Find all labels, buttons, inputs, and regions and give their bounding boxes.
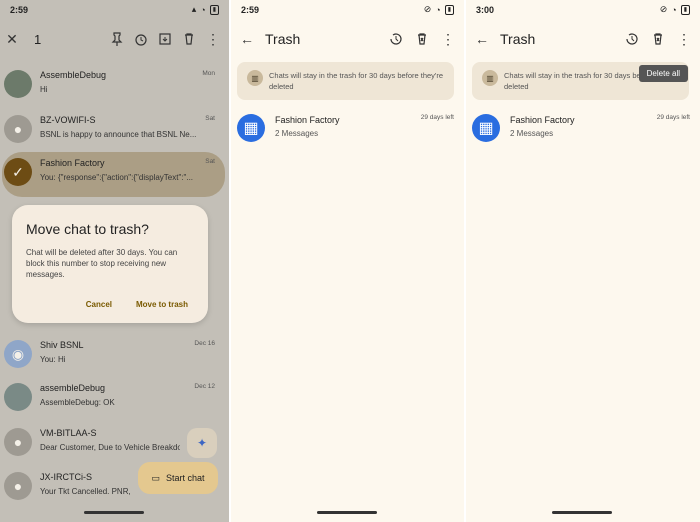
conversation-name: Shiv BSNL bbox=[40, 340, 84, 350]
back-arrow-icon[interactable]: ← bbox=[472, 29, 492, 49]
conversation-snippet: You: {"response":{"action":{"displayText… bbox=[40, 173, 194, 182]
nav-handle[interactable] bbox=[317, 511, 377, 514]
message-count: 2 Messages bbox=[275, 129, 319, 138]
conversation-name: Fashion Factory bbox=[40, 158, 105, 168]
conversation-snippet: You: Hi bbox=[40, 355, 66, 364]
restore-icon[interactable] bbox=[386, 29, 406, 49]
wifi-icon: ◔ bbox=[671, 4, 677, 15]
nav-handle[interactable] bbox=[84, 511, 144, 514]
trashed-conversation[interactable]: ▦ Fashion Factory 2 Messages 29 days lef… bbox=[472, 112, 694, 146]
trash-screen: 2:59 ⊘ ◔ ▮ ← Trash ⋮ ▥ Chats will stay i… bbox=[231, 0, 464, 522]
wifi-icon: ◔ bbox=[435, 4, 441, 15]
dialog-body: Chat will be deleted after 30 days. You … bbox=[26, 248, 178, 279]
status-time: 2:59 bbox=[241, 5, 260, 15]
page-title: Trash bbox=[500, 31, 536, 47]
status-icons: ⊘ ◔ ▮ bbox=[660, 4, 690, 15]
banner-text: Chats will stay in the trash for 30 days… bbox=[269, 71, 444, 91]
trash-icon: ▥ bbox=[482, 70, 498, 86]
more-icon[interactable]: ⋮ bbox=[438, 29, 458, 49]
conversation-name: JX-IRCTCi-S bbox=[40, 472, 92, 482]
delete-forever-icon[interactable] bbox=[412, 29, 432, 49]
chat-icon: ▭ bbox=[151, 472, 160, 483]
back-arrow-icon[interactable]: ← bbox=[237, 29, 257, 49]
selection-count: 1 bbox=[34, 31, 42, 47]
days-left: 29 days left bbox=[420, 114, 454, 121]
battery-icon: ▮ bbox=[209, 4, 219, 15]
status-bar: 2:59 ▴ ◔ ▮ bbox=[0, 0, 229, 20]
list-item[interactable]: ◉ Shiv BSNL You: Hi Dec 16 bbox=[0, 334, 229, 379]
dialog-title: Move chat to trash? bbox=[26, 221, 149, 237]
signal-icon: ▴ bbox=[191, 4, 197, 14]
status-icons: ⊘ ◔ ▮ bbox=[424, 4, 454, 15]
trash-appbar: ← Trash ⋮ bbox=[231, 22, 464, 56]
conversation-snippet: Hi bbox=[40, 85, 48, 94]
selection-appbar: ✕ 1 ⋮ bbox=[0, 22, 229, 56]
conversation-name: BZ-VOWIFI-S bbox=[40, 115, 96, 125]
mute-icon: ⊘ bbox=[659, 4, 668, 14]
archive-icon[interactable] bbox=[155, 29, 175, 49]
conversation-name: Fashion Factory bbox=[510, 115, 575, 125]
start-chat-label: Start chat bbox=[165, 473, 205, 483]
message-count: 2 Messages bbox=[510, 129, 554, 138]
person-icon: ● bbox=[4, 472, 32, 500]
conversation-date: Sat bbox=[205, 158, 215, 165]
snooze-icon[interactable] bbox=[131, 29, 151, 49]
start-chat-button[interactable]: ▭ Start chat bbox=[138, 462, 218, 494]
battery-icon: ▮ bbox=[680, 4, 690, 15]
cancel-button[interactable]: Cancel bbox=[86, 300, 112, 309]
group-avatar bbox=[4, 383, 32, 411]
page-title: Trash bbox=[265, 31, 301, 47]
close-icon[interactable]: ✕ bbox=[2, 29, 22, 49]
mute-icon: ⊘ bbox=[423, 4, 432, 14]
conversation-date: Sat bbox=[205, 115, 215, 122]
conversation-snippet: AssembleDebug: OK bbox=[40, 398, 115, 407]
list-item[interactable]: AssembleDebug Hi Mon bbox=[0, 64, 229, 109]
trash-icon: ▥ bbox=[247, 70, 263, 86]
conversation-name: Fashion Factory bbox=[275, 115, 340, 125]
status-bar: 3:00 ⊘ ◔ ▮ bbox=[466, 0, 700, 20]
wifi-icon: ◔ bbox=[200, 4, 206, 15]
nav-handle[interactable] bbox=[552, 511, 612, 514]
person-icon: ● bbox=[4, 428, 32, 456]
more-icon[interactable]: ⋮ bbox=[674, 29, 694, 49]
more-icon[interactable]: ⋮ bbox=[203, 29, 223, 49]
list-item[interactable]: ● BZ-VOWIFI-S BSNL is happy to announce … bbox=[0, 109, 229, 154]
business-icon: ▦ bbox=[472, 114, 500, 142]
delete-all-menu-item[interactable]: Delete all bbox=[638, 65, 688, 82]
trash-info-banner: ▥ Chats will stay in the trash for 30 da… bbox=[237, 62, 454, 100]
delete-forever-icon[interactable] bbox=[648, 29, 668, 49]
sparkle-icon[interactable]: ✦ bbox=[187, 428, 217, 458]
days-left: 29 days left bbox=[656, 114, 690, 121]
person-icon: ● bbox=[4, 115, 32, 143]
restore-icon[interactable] bbox=[622, 29, 642, 49]
avatar bbox=[4, 70, 32, 98]
business-icon: ▦ bbox=[237, 114, 265, 142]
messages-screen: 2:59 ▴ ◔ ▮ ✕ 1 ⋮ AssembleDebug Hi Mon ● … bbox=[0, 0, 229, 522]
trashed-conversation[interactable]: ▦ Fashion Factory 2 Messages 29 days lef… bbox=[237, 112, 458, 146]
status-time: 3:00 bbox=[476, 5, 495, 15]
delete-icon[interactable] bbox=[179, 29, 199, 49]
status-icons: ▴ ◔ ▮ bbox=[192, 4, 219, 15]
conversation-name: AssembleDebug bbox=[40, 70, 107, 80]
avatar: ◉ bbox=[4, 340, 32, 368]
conversation-name: assembleDebug bbox=[40, 383, 106, 393]
move-to-trash-button[interactable]: Move to trash bbox=[136, 300, 188, 309]
trash-appbar: ← Trash ⋮ bbox=[466, 22, 700, 56]
battery-icon: ▮ bbox=[444, 4, 454, 15]
selected-list-item[interactable]: ✓ Fashion Factory You: {"response":{"act… bbox=[2, 152, 225, 197]
status-time: 2:59 bbox=[10, 5, 29, 15]
trash-screen-menu: 3:00 ⊘ ◔ ▮ ← Trash ⋮ ▥ Chats will stay i… bbox=[466, 0, 700, 522]
conversation-date: Dec 16 bbox=[194, 340, 215, 347]
move-to-trash-dialog: Move chat to trash? Chat will be deleted… bbox=[12, 205, 208, 323]
conversation-snippet: Your Tkt Cancelled. PNR, ... bbox=[40, 487, 130, 496]
conversation-snippet: BSNL is happy to announce that BSNL Ne..… bbox=[40, 130, 197, 139]
conversation-date: Mon bbox=[202, 70, 215, 77]
conversation-date: Dec 12 bbox=[194, 383, 215, 390]
status-bar: 2:59 ⊘ ◔ ▮ bbox=[231, 0, 464, 20]
pin-icon[interactable] bbox=[107, 29, 127, 49]
conversation-name: VM-BITLAA-S bbox=[40, 428, 97, 438]
conversation-snippet: Dear Customer, Due to Vehicle Breakdo... bbox=[40, 443, 180, 452]
list-item[interactable]: assembleDebug AssembleDebug: OK Dec 12 bbox=[0, 377, 229, 422]
check-icon: ✓ bbox=[4, 158, 32, 186]
